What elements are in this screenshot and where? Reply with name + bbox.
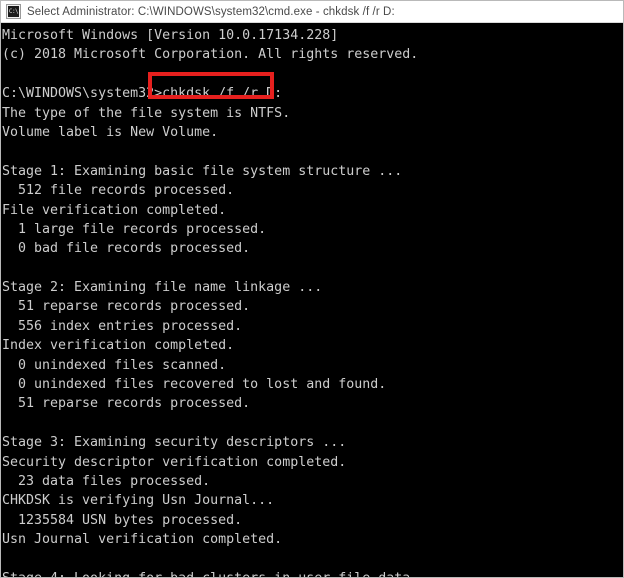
console-line: 1235584 USN bytes processed. <box>2 512 243 528</box>
console-line: 23 data files processed. <box>2 473 211 489</box>
console-line: Stage 3: Examining security descriptors … <box>2 435 347 451</box>
console-line: 0 unindexed files scanned. <box>2 357 227 373</box>
console-output-area[interactable]: Microsoft Windows [Version 10.0.17134.22… <box>1 23 623 577</box>
cmd-console-icon: C:\ <box>6 4 21 19</box>
command-prompt-window: C:\ Select Administrator: C:\WINDOWS\sys… <box>0 0 624 578</box>
console-line: 51 reparse records processed. <box>2 299 251 315</box>
console-line: Stage 4: Looking for bad clusters in use… <box>2 569 618 577</box>
console-line: (c) 2018 Microsoft Corporation. All righ… <box>2 47 419 63</box>
console-line: C:\WINDOWS\system32>chkdsk /f /r D: <box>2 86 283 102</box>
console-line: Index verification completed. <box>2 338 235 354</box>
console-line: 512 file records processed. <box>2 183 235 199</box>
console-line: The type of the file system is NTFS. <box>2 105 291 121</box>
console-line: 0 bad file records processed. <box>2 241 251 257</box>
console-line: Volume label is New Volume. <box>2 124 219 140</box>
console-line: 0 unindexed files recovered to lost and … <box>2 377 387 393</box>
console-line: 556 index entries processed. <box>2 318 243 334</box>
console-line: Stage 1: Examining basic file system str… <box>2 163 403 179</box>
console-line: File verification completed. <box>2 202 227 218</box>
cmd-console-icon-glyph: C:\ <box>8 6 19 17</box>
console-line: 51 reparse records processed. <box>2 396 251 412</box>
console-line: CHKDSK is verifying Usn Journal... <box>2 493 275 509</box>
console-line: Stage 2: Examining file name linkage ... <box>2 280 323 296</box>
console-line: Usn Journal verification completed. <box>2 532 283 548</box>
window-titlebar[interactable]: C:\ Select Administrator: C:\WINDOWS\sys… <box>1 1 623 23</box>
console-text: Microsoft Windows [Version 10.0.17134.22… <box>2 26 618 577</box>
console-line: Microsoft Windows [Version 10.0.17134.22… <box>2 28 339 43</box>
window-title: Select Administrator: C:\WINDOWS\system3… <box>27 5 395 18</box>
console-line: 1 large file records processed. <box>2 221 267 237</box>
console-line: Security descriptor verification complet… <box>2 454 347 470</box>
